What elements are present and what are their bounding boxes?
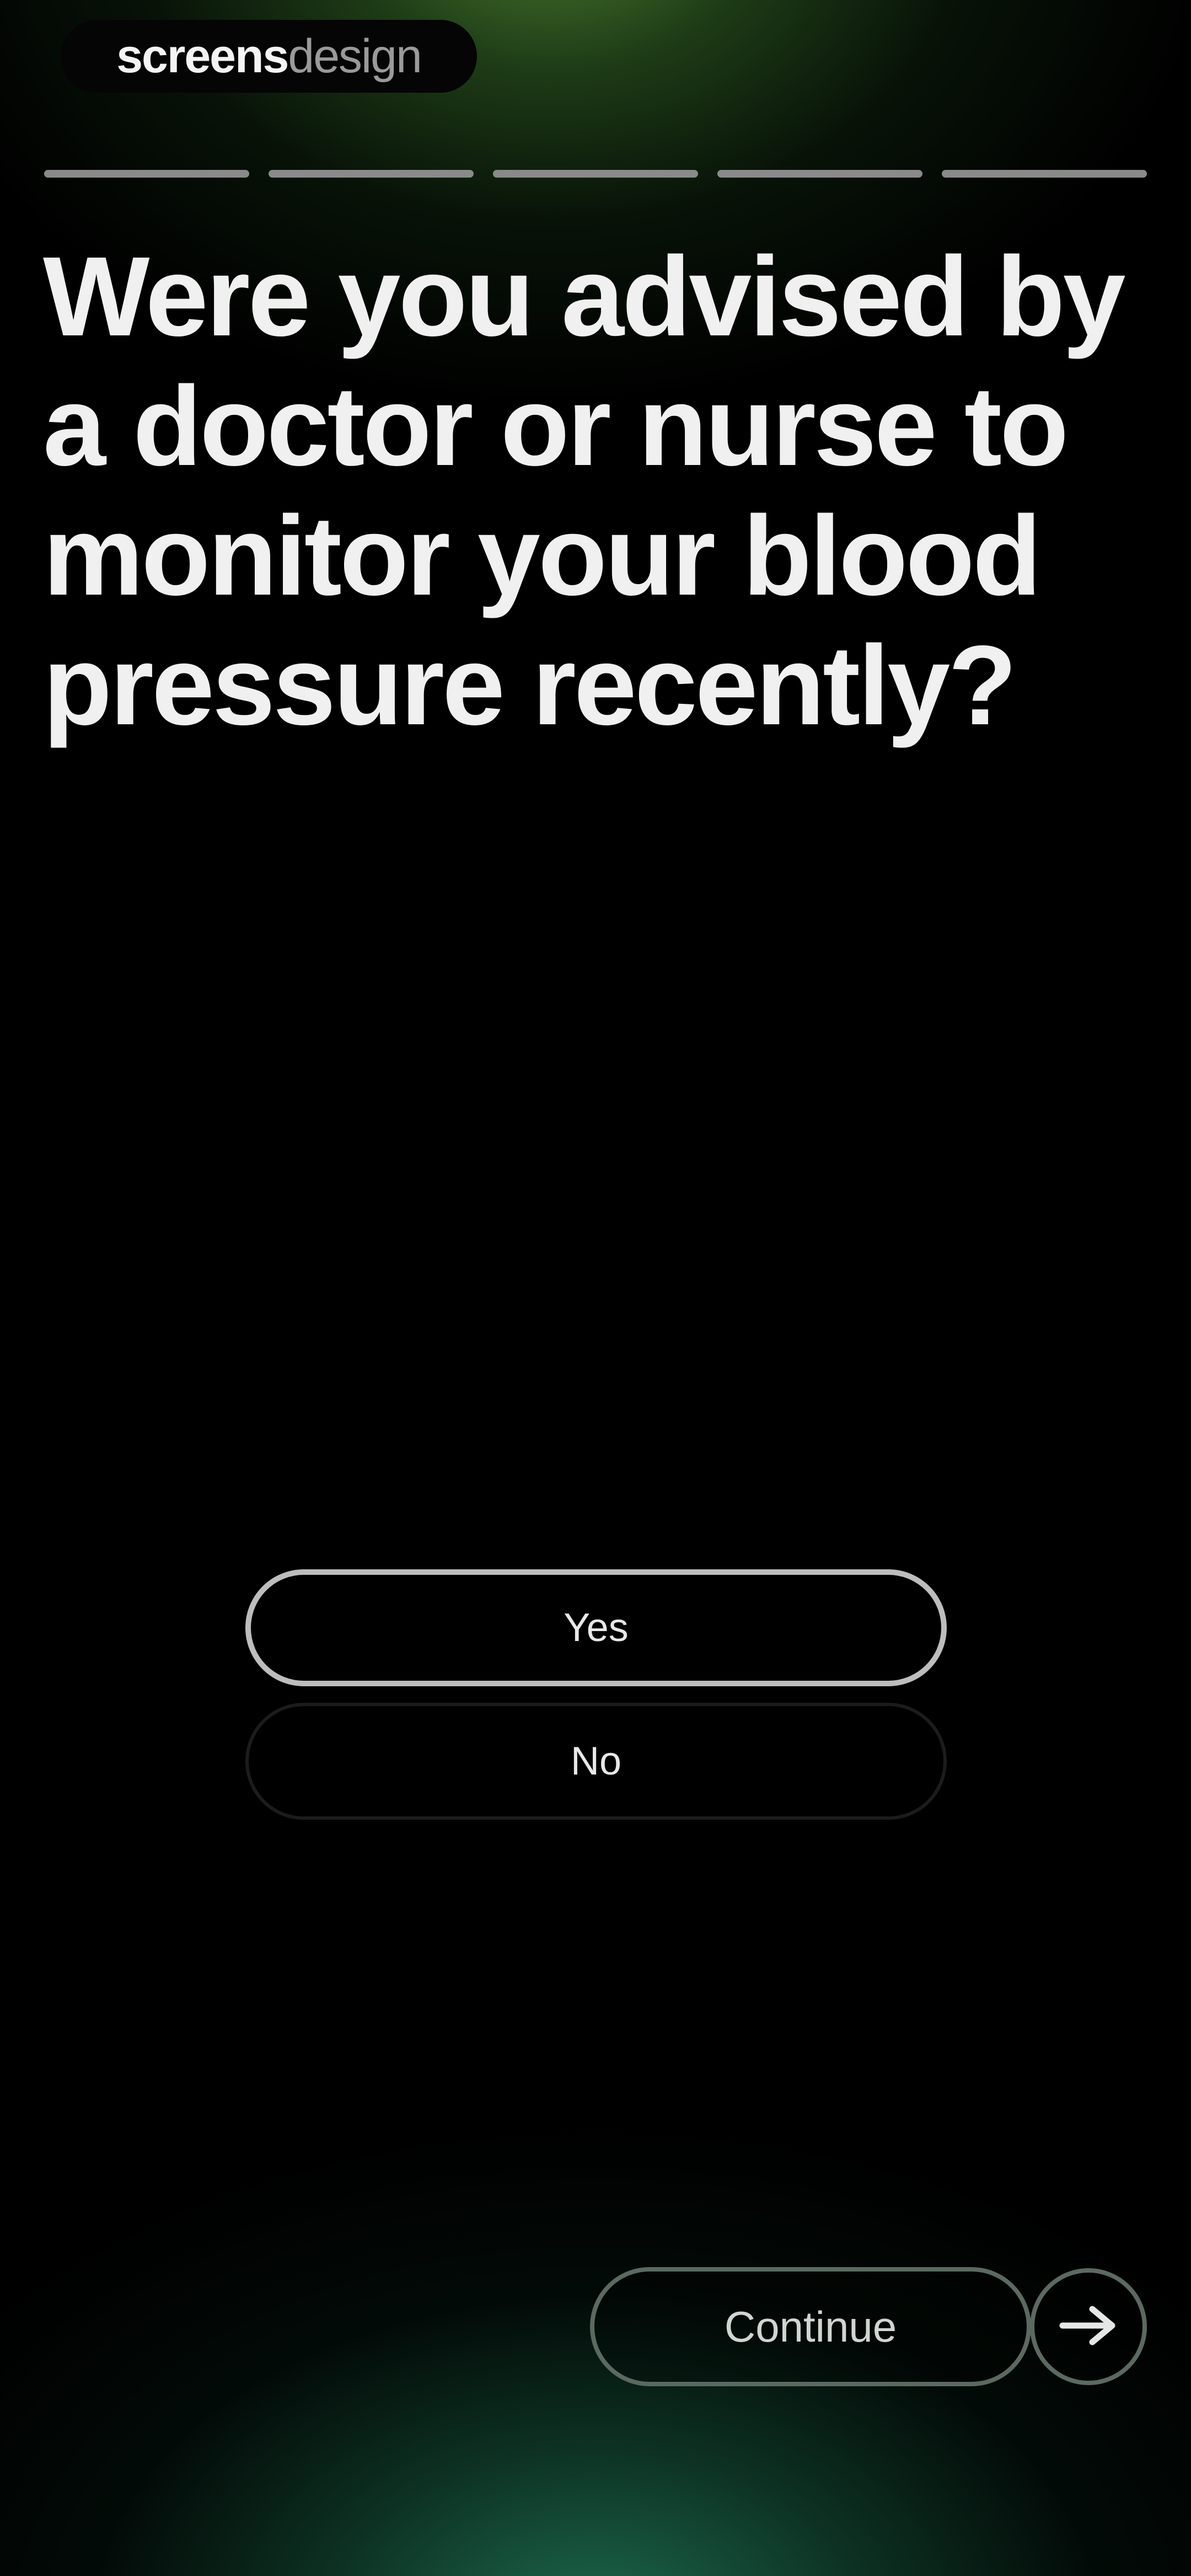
- arrow-right-icon: [1058, 2304, 1119, 2350]
- progress-segment: [269, 170, 474, 178]
- brand-logo-bold: screens: [116, 30, 289, 83]
- progress-segment: [717, 170, 922, 178]
- answer-options: Yes No: [245, 1569, 947, 1836]
- step-progress-bar: [44, 170, 1147, 178]
- continue-label: Continue: [724, 2302, 897, 2351]
- progress-segment: [493, 170, 698, 178]
- brand-logo: screens design: [61, 20, 477, 93]
- next-arrow-button[interactable]: [1030, 2268, 1147, 2385]
- question-title: Were you advised by a doctor or nurse to…: [43, 233, 1126, 749]
- continue-button[interactable]: Continue: [590, 2267, 1031, 2386]
- bottom-gradient-glow: [0, 1931, 1191, 2576]
- progress-segment: [942, 170, 1147, 178]
- option-no-button[interactable]: No: [245, 1703, 947, 1820]
- onboarding-screen: screens design Were you advised by a doct…: [0, 0, 1191, 2576]
- progress-segment: [44, 170, 249, 178]
- option-label: No: [570, 1739, 622, 1783]
- option-label: Yes: [564, 1606, 629, 1650]
- option-yes-button[interactable]: Yes: [245, 1569, 947, 1686]
- brand-logo-light: design: [288, 30, 422, 83]
